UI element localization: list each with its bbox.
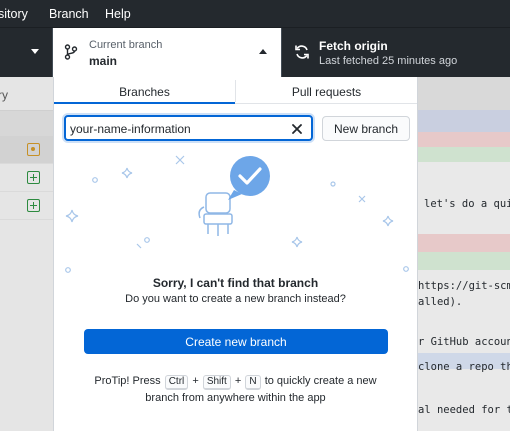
protip-prefix: ProTip! Press: [94, 375, 161, 387]
diff-hunk-header: [418, 110, 510, 132]
empty-branches-illustration: [65, 155, 409, 273]
git-branch-icon: [64, 44, 78, 65]
protip-line2: branch from anywhere within the app: [145, 392, 326, 404]
branch-dropdown: Branches Pull requests New branch: [53, 77, 418, 431]
diff-header: [418, 77, 510, 110]
fetch-origin-button[interactable]: Fetch origin Last fetched 25 minutes ago: [281, 28, 510, 78]
branch-filter: [64, 115, 313, 141]
menu-repository[interactable]: sitory: [0, 7, 28, 21]
tab-pull-requests[interactable]: Pull requests: [236, 77, 417, 104]
current-branch-label: Current branch: [89, 39, 163, 51]
branch-tabs: Branches Pull requests: [54, 77, 417, 104]
menu-help[interactable]: Help: [105, 7, 131, 21]
chevron-down-icon: [31, 49, 39, 54]
diff-deleted-line: [418, 132, 510, 147]
diff-line: alled).: [418, 296, 463, 308]
empty-state-subtitle: Do you want to create a new branch inste…: [125, 293, 346, 305]
close-icon[interactable]: [290, 122, 304, 136]
file-row[interactable]: [0, 164, 53, 192]
changes-summary-row: [0, 111, 53, 136]
diff-line: let's do a qui: [424, 198, 510, 210]
file-added-icon: [27, 171, 40, 184]
file-row[interactable]: [0, 136, 53, 164]
empty-state-title: Sorry, I can't find that branch: [152, 276, 319, 290]
file-added-icon: [27, 199, 40, 212]
diff-line: clone a repo th: [418, 361, 510, 373]
fetch-title: Fetch origin: [319, 39, 388, 53]
file-row[interactable]: [0, 192, 53, 220]
branch-filter-input[interactable]: [70, 120, 285, 138]
file-modified-icon: [27, 143, 40, 156]
diff-line: https://git-scm: [418, 280, 510, 292]
chevron-up-icon: [259, 49, 267, 54]
fetch-subtitle: Last fetched 25 minutes ago: [319, 55, 458, 67]
repository-selector[interactable]: [0, 28, 53, 78]
changes-header-label: ry: [0, 88, 8, 102]
current-branch-name: main: [89, 54, 118, 68]
menu-branch[interactable]: Branch: [49, 7, 89, 21]
changes-header: ry: [0, 77, 53, 111]
menu-bar: sitory Branch Help: [0, 0, 510, 27]
diff-line: al needed for t: [418, 404, 510, 416]
kbd-n: N: [245, 375, 261, 390]
diff-added-line: [418, 252, 510, 270]
new-branch-button[interactable]: New branch: [322, 116, 410, 141]
create-new-branch-button[interactable]: Create new branch: [84, 329, 388, 354]
current-branch-button[interactable]: Current branch main: [53, 28, 281, 78]
diff-line: r GitHub account: [418, 336, 510, 348]
kbd-shift: Shift: [202, 375, 231, 390]
sync-icon: [294, 44, 310, 65]
kbd-ctrl: Ctrl: [164, 375, 189, 390]
diff-deleted-line: [418, 234, 510, 252]
diff-pane: let's do a qui https://git-scm alled). r…: [418, 77, 510, 431]
changes-pane: ry: [0, 77, 53, 431]
protip: ProTip! Press Ctrl + Shift + N to quickl…: [54, 373, 417, 407]
diff-added-line: [418, 147, 510, 162]
protip-plus: +: [192, 375, 199, 387]
protip-middle: to quickly create a new: [264, 375, 377, 387]
protip-plus: +: [234, 375, 242, 387]
toolbar: Current branch main Fetch origin Last fe…: [0, 27, 510, 78]
tab-branches[interactable]: Branches: [54, 77, 235, 104]
